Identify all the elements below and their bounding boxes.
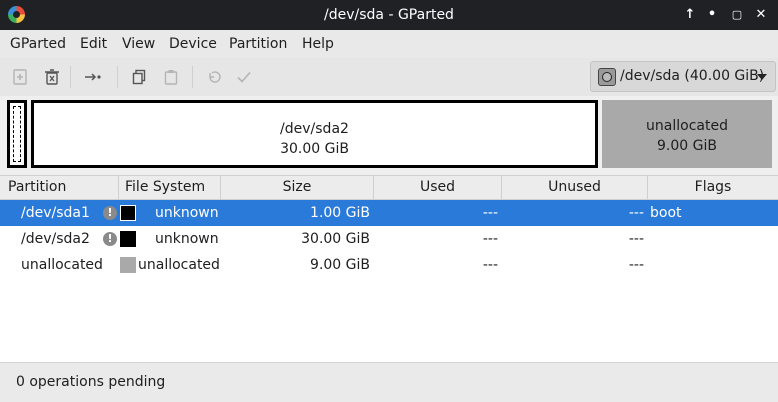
table-row[interactable]: /dev/sda1 ! unknown 1.00 GiB --- --- boo… [0, 200, 778, 226]
menu-device[interactable]: Device [169, 30, 217, 58]
menu-partition[interactable]: Partition [229, 30, 287, 58]
undo-icon[interactable] [201, 64, 227, 90]
cell-partition: /dev/sda2 [21, 231, 90, 247]
apply-icon[interactable] [231, 64, 257, 90]
resize-move-icon[interactable] [80, 64, 106, 90]
table-header: Partition File System Size Used Unused F… [0, 175, 778, 200]
hard-disk-icon [598, 68, 616, 86]
new-icon[interactable] [7, 64, 33, 90]
paste-icon[interactable] [158, 64, 184, 90]
cell-used: --- [482, 257, 498, 273]
diskmap-partition-sda1[interactable] [7, 100, 27, 168]
delete-icon[interactable] [39, 64, 65, 90]
column-unused[interactable]: Unused [501, 176, 647, 199]
keep-above-icon[interactable]: ↑ [679, 0, 701, 30]
toolbar-separator [192, 66, 193, 88]
warning-icon: ! [103, 206, 117, 220]
diskmap-unallocated[interactable]: unallocated 9.00 GiB [602, 100, 772, 168]
table-row[interactable]: /dev/sda2 ! unknown 30.00 GiB --- --- [0, 226, 778, 252]
maximize-icon[interactable]: ▢ [726, 0, 748, 30]
status-bar: 0 operations pending [0, 362, 778, 402]
partition-table: Partition File System Size Used Unused F… [0, 175, 778, 362]
cell-unused: --- [628, 231, 644, 247]
cell-partition: unallocated [21, 257, 103, 273]
column-used[interactable]: Used [373, 176, 501, 199]
pending-operations-status: 0 operations pending [16, 374, 166, 390]
chevron-down-icon [757, 74, 767, 80]
diskmap-sda2-name: /dev/sda2 [280, 121, 349, 137]
filesystem-color-swatch [120, 205, 136, 221]
menu-help[interactable]: Help [302, 30, 334, 58]
diskmap-sda2-size: 30.00 GiB [280, 141, 349, 157]
copy-icon[interactable] [126, 64, 152, 90]
table-row[interactable]: unallocated unallocated 9.00 GiB --- --- [0, 252, 778, 278]
disk-map: /dev/sda2 30.00 GiB unallocated 9.00 GiB [0, 96, 778, 174]
device-selector[interactable]: /dev/sda (40.00 GiB) [590, 61, 776, 92]
column-file-system[interactable]: File System [118, 176, 220, 199]
cell-flags: boot [650, 205, 682, 221]
cell-partition: /dev/sda1 [21, 205, 90, 221]
menu-gparted[interactable]: GParted [10, 30, 66, 58]
filesystem-color-swatch [120, 257, 136, 273]
device-selector-label: /dev/sda (40.00 GiB) [620, 68, 765, 84]
cell-filesystem: unknown [155, 205, 219, 221]
cell-size: 1.00 GiB [310, 205, 370, 221]
filesystem-color-swatch [120, 231, 136, 247]
diskmap-unallocated-name: unallocated [646, 118, 728, 134]
warning-icon: ! [103, 232, 117, 246]
cell-unused: --- [628, 257, 644, 273]
column-partition[interactable]: Partition [8, 176, 118, 199]
menu-bar: GParted Edit View Device Partition Help [0, 30, 778, 58]
cell-unused: --- [628, 205, 644, 221]
title-bar: /dev/sda - GParted ↑ • ▢ ✕ [0, 0, 778, 30]
toolbar-separator [117, 66, 118, 88]
cell-size: 30.00 GiB [301, 231, 370, 247]
cell-used: --- [482, 231, 498, 247]
cell-filesystem: unallocated [138, 257, 220, 273]
column-size[interactable]: Size [220, 176, 373, 199]
diskmap-partition-sda2[interactable]: /dev/sda2 30.00 GiB [31, 100, 598, 168]
cell-used: --- [482, 205, 498, 221]
diskmap-unallocated-size: 9.00 GiB [657, 138, 717, 154]
column-flags[interactable]: Flags [647, 176, 778, 199]
cell-size: 9.00 GiB [310, 257, 370, 273]
close-icon[interactable]: ✕ [750, 0, 772, 30]
menu-edit[interactable]: Edit [80, 30, 107, 58]
menu-view[interactable]: View [122, 30, 155, 58]
cell-filesystem: unknown [155, 231, 219, 247]
window-title: /dev/sda - GParted [324, 7, 454, 23]
toolbar-separator [70, 66, 71, 88]
minimize-icon[interactable]: • [701, 0, 723, 30]
